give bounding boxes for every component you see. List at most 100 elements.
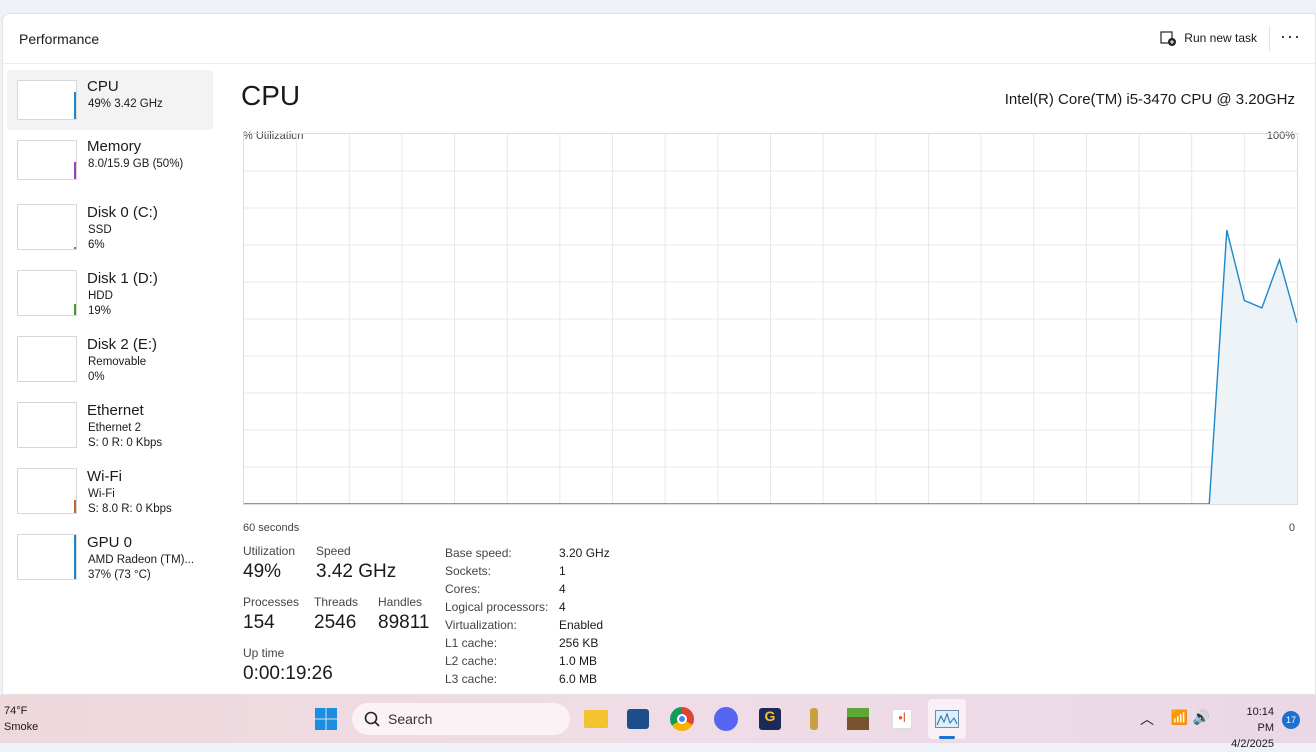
weather-widget[interactable]: 74°FSmoke <box>4 703 38 735</box>
sidebar-item-detail: AMD Radeon (TM)... <box>88 554 194 566</box>
mini-graph <box>17 534 77 580</box>
utilization-value: 49% <box>243 561 295 583</box>
time: 10:14 PM <box>1231 704 1274 736</box>
x-min-label: 0 <box>1289 522 1295 534</box>
run-new-task-button[interactable]: Run new task <box>1160 30 1257 46</box>
sidebar-item-wi-fi[interactable]: Wi-Fi Wi-FiS: 8.0 R: 0 Kbps <box>7 460 213 526</box>
sidebar-item-memory[interactable]: Memory 8.0/15.9 GB (50%) <box>7 130 213 196</box>
spec-row: Virtualization:Enabled <box>445 616 610 634</box>
sidebar-item-disk-1-d[interactable]: Disk 1 (D:) HDD 19% <box>7 262 213 328</box>
spec-value: 4 <box>559 598 566 616</box>
spec-value: 1.0 MB <box>559 652 597 670</box>
processes-value: 154 <box>243 612 299 634</box>
spec-value: 256 KB <box>559 634 598 652</box>
spec-key: L1 cache: <box>445 634 559 652</box>
cpu-utilization-graph <box>243 133 1298 505</box>
spec-row: Cores:4 <box>445 580 610 598</box>
spec-value: 4 <box>559 580 566 598</box>
uptime-label: Up time <box>243 646 333 660</box>
weather-temp: 74°F <box>4 703 38 719</box>
sidebar: CPU 49% 3.42 GHz Memory 8.0/15.9 GB (50%… <box>7 70 213 592</box>
sidebar-item-name: Wi-Fi <box>87 468 122 485</box>
spec-key: Virtualization: <box>445 616 559 634</box>
sidebar-item-disk-0-c[interactable]: Disk 0 (C:) SSD 6% <box>7 196 213 262</box>
spec-key: Sockets: <box>445 562 559 580</box>
threads-label: Threads <box>314 595 358 609</box>
notification-badge[interactable]: 17 <box>1282 711 1300 729</box>
threads-value: 2546 <box>314 612 358 634</box>
sidebar-item-detail-2: S: 8.0 R: 0 Kbps <box>88 503 172 515</box>
sidebar-item-detail-2: 19% <box>88 305 111 317</box>
performance-graph-icon <box>935 710 959 728</box>
sidebar-item-disk-2-e[interactable]: Disk 2 (E:) Removable 0% <box>7 328 213 394</box>
sidebar-item-detail: HDD <box>88 290 113 302</box>
task-manager-taskbar-icon[interactable] <box>928 699 966 739</box>
panel-title: CPU <box>241 80 300 112</box>
app-g-icon[interactable]: G <box>754 703 786 735</box>
taskbar: 74°FSmoke Search G •l ︿ 📶 🔊 10:14 PM4/2/… <box>0 695 1316 743</box>
handles-label: Handles <box>378 595 429 609</box>
show-hidden-icons-chevron-icon[interactable]: ︿ <box>1140 709 1154 729</box>
sidebar-item-name: Ethernet <box>87 402 144 419</box>
date: 4/2/2025 <box>1231 736 1274 752</box>
discord-icon[interactable] <box>710 703 742 735</box>
spec-key: Cores: <box>445 580 559 598</box>
page-title: Performance <box>19 31 99 47</box>
mini-graph <box>17 468 77 514</box>
spec-value: 6.0 MB <box>559 670 597 688</box>
sidebar-item-name: Disk 0 (C:) <box>87 204 158 221</box>
chrome-icon[interactable] <box>666 703 698 735</box>
sidebar-item-ethernet[interactable]: Ethernet Ethernet 2 S: 0 R: 0 Kbps <box>7 394 213 460</box>
sidebar-item-detail: 8.0/15.9 GB (50%) <box>88 158 183 170</box>
speed-label: Speed <box>316 544 396 558</box>
sidebar-item-detail: 49% 3.42 GHz <box>88 98 163 110</box>
handles-value: 89811 <box>378 612 429 634</box>
sidebar-item-detail-2: 37% (73 °C) <box>88 569 151 581</box>
task-manager-window: Performance Run new task ··· CPU 49% 3.4… <box>2 13 1316 695</box>
spec-key: L3 cache: <box>445 670 559 688</box>
more-options-button[interactable]: ··· <box>1280 26 1301 47</box>
weather-desc: Smoke <box>4 719 38 735</box>
sidebar-item-detail-2: 0% <box>88 371 105 383</box>
uptime-value: 0:00:19:26 <box>243 663 333 685</box>
mini-graph <box>17 402 77 448</box>
spec-key: L2 cache: <box>445 652 559 670</box>
wifi-icon[interactable]: 📶 <box>1171 709 1188 726</box>
spec-row: Base speed:3.20 GHz <box>445 544 610 562</box>
mini-graph <box>17 80 77 120</box>
spec-row: L2 cache:1.0 MB <box>445 652 610 670</box>
sidebar-item-detail-2: S: 0 R: 0 Kbps <box>88 437 162 449</box>
sidebar-item-detail: SSD <box>88 224 112 236</box>
file-explorer-icon[interactable] <box>580 703 612 735</box>
sidebar-item-gpu-0[interactable]: GPU 0 AMD Radeon (TM)... 37% (73 °C) <box>7 526 213 592</box>
sidebar-item-detail: Ethernet 2 <box>88 422 141 434</box>
search-box[interactable]: Search <box>352 703 570 735</box>
sidebar-item-name: CPU <box>87 78 119 95</box>
spec-row: L3 cache:6.0 MB <box>445 670 610 688</box>
sidebar-item-cpu[interactable]: CPU 49% 3.42 GHz <box>7 70 213 130</box>
spec-value: 3.20 GHz <box>559 544 610 562</box>
start-button[interactable] <box>310 703 342 735</box>
speed-value: 3.42 GHz <box>316 561 396 583</box>
sidebar-item-name: Disk 2 (E:) <box>87 336 157 353</box>
utilization-label: Utilization <box>243 544 295 558</box>
sidebar-item-name: Memory <box>87 138 141 155</box>
spec-value: Enabled <box>559 616 603 634</box>
sidebar-item-detail: Removable <box>88 356 146 368</box>
processes-label: Processes <box>243 595 299 609</box>
sidebar-item-detail-2: 6% <box>88 239 105 251</box>
mini-graph <box>17 336 77 382</box>
clock[interactable]: 10:14 PM4/2/2025 <box>1231 704 1274 752</box>
volume-icon[interactable]: 🔊 <box>1193 709 1210 726</box>
microsoft-store-icon[interactable] <box>622 703 654 735</box>
spec-key: Base speed: <box>445 544 559 562</box>
app-icon[interactable]: •l <box>886 703 918 735</box>
cpu-specs: Base speed:3.20 GHzSockets:1Cores:4Logic… <box>445 544 610 688</box>
minecraft-icon[interactable] <box>842 703 874 735</box>
cpu-model: Intel(R) Core(TM) i5-3470 CPU @ 3.20GHz <box>1005 91 1295 108</box>
spec-key: Logical processors: <box>445 598 559 616</box>
mini-graph <box>17 204 77 250</box>
key-chip-icon[interactable] <box>798 703 830 735</box>
sidebar-item-name: GPU 0 <box>87 534 132 551</box>
sidebar-item-name: Disk 1 (D:) <box>87 270 158 287</box>
